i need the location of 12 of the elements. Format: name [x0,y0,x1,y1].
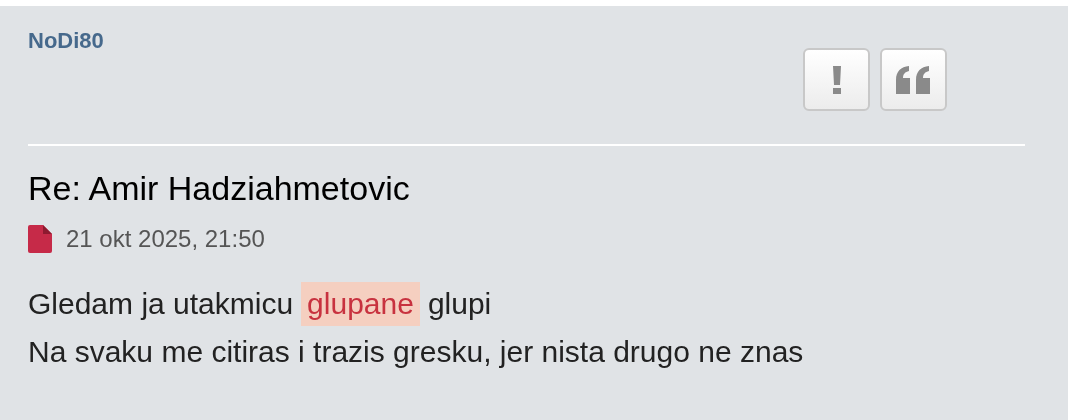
post-date: 21 okt 2025, 21:50 [66,224,265,254]
quote-button[interactable] [880,48,947,111]
report-button[interactable] [803,48,870,111]
author-link[interactable]: NoDi80 [28,26,104,56]
post-text: Gledam ja utakmicu [28,286,294,322]
highlighted-word: glupane [301,282,420,326]
post-text: Na svaku me citiras i trazis gresku, jer nista drugo ne znas [28,334,804,370]
file-icon [28,225,52,253]
post-text: glupi [427,286,492,322]
quote-icon [895,65,932,94]
post-title: Re: Amir Hadziahmetovic [28,168,411,208]
exclamation-icon [832,65,841,94]
